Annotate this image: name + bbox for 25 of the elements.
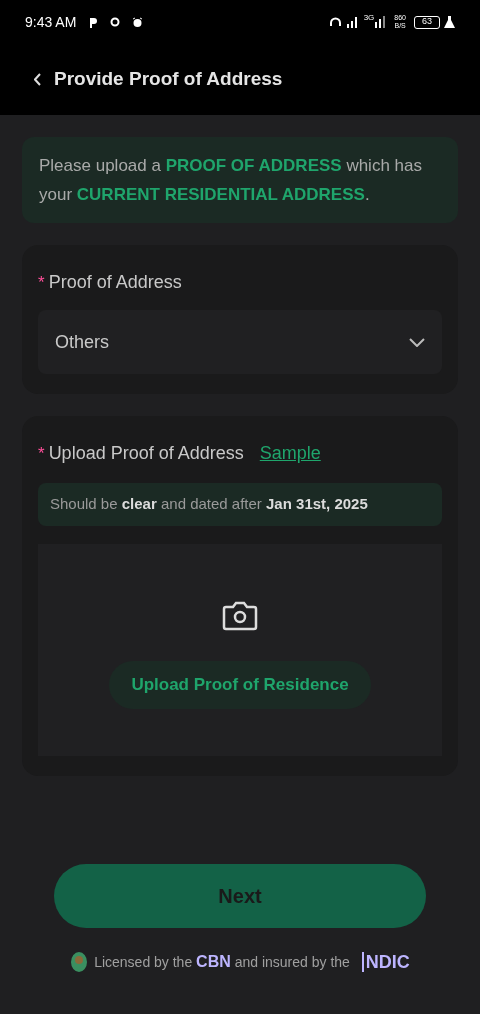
upload-hint: Should be clear and dated after Jan 31st, 2025 xyxy=(38,483,442,526)
headphones-icon xyxy=(328,15,342,29)
required-mark: * xyxy=(38,271,45,294)
notice-banner: Please upload a PROOF OF ADDRESS which has your CURRENT RESIDENTIAL ADDRESS. xyxy=(22,137,458,223)
ndic-logo: NDIC xyxy=(361,952,410,972)
network-type: 3G xyxy=(363,12,375,24)
signal-icon xyxy=(374,16,387,28)
battery-icon: 63 xyxy=(414,15,440,29)
field-label: Upload Proof of Address xyxy=(48,442,244,465)
parking-icon xyxy=(88,16,99,28)
upload-area[interactable]: Upload Proof of Residence xyxy=(38,543,442,756)
proof-type-dropdown[interactable]: Others xyxy=(38,310,442,374)
back-icon[interactable] xyxy=(34,73,42,86)
alarm-icon xyxy=(132,16,144,28)
status-time: 9:43 AM xyxy=(25,12,77,32)
field-label: Proof of Address xyxy=(48,271,182,294)
sample-link[interactable]: Sample xyxy=(259,440,321,467)
flask-icon xyxy=(444,16,455,28)
signal-icon xyxy=(345,16,360,28)
upload-button[interactable]: Upload Proof of Residence xyxy=(109,660,371,709)
license-text: Licensed by the CBN and insured by the xyxy=(94,952,350,972)
page-title: Provide Proof of Address xyxy=(54,67,283,92)
required-mark: * xyxy=(38,442,45,465)
circle-icon xyxy=(110,17,121,27)
chevron-down-icon xyxy=(409,337,425,347)
